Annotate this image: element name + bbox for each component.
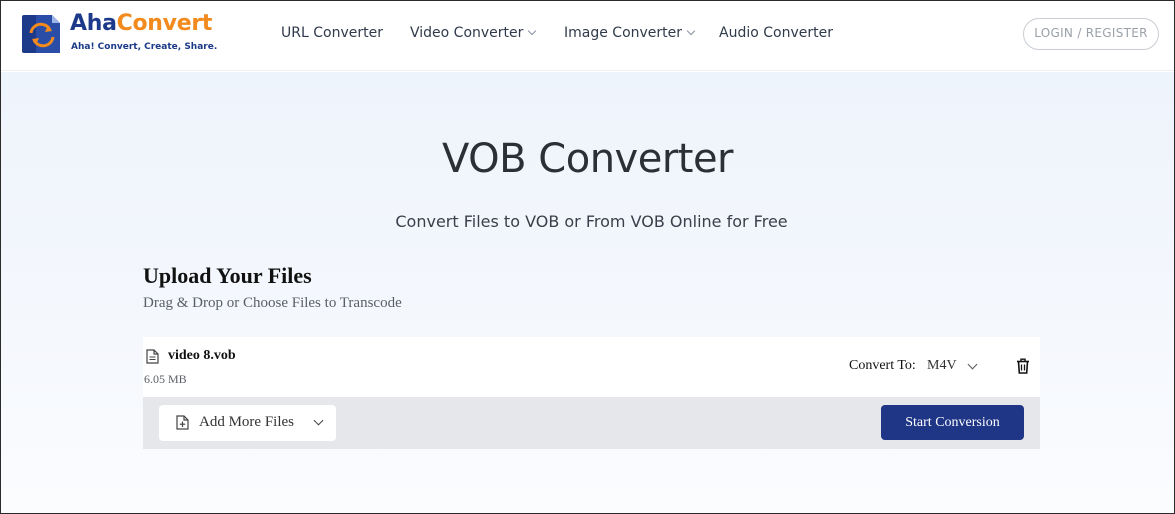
- nav-image-converter-label: Image Converter: [564, 25, 683, 41]
- page-title: VOB Converter: [441, 136, 734, 182]
- nav-video-converter-label: Video Converter: [410, 25, 524, 41]
- chevron-down-icon: [686, 26, 696, 36]
- nav-audio-converter[interactable]: Audio Converter: [719, 25, 833, 41]
- logo-name: AhaConvert: [70, 11, 212, 36]
- logo-name-convert: Convert: [116, 11, 213, 36]
- add-more-files-label: Add More Files: [199, 414, 294, 430]
- output-format-value: M4V: [927, 358, 957, 373]
- upload-action-bar: Add More Files Start Conversion: [143, 397, 1040, 449]
- logo-name-aha: Aha: [70, 11, 117, 36]
- login-register-button[interactable]: LOGIN / REGISTER: [1023, 18, 1159, 50]
- nav-url-converter[interactable]: URL Converter: [281, 25, 383, 41]
- nav-image-converter[interactable]: Image Converter: [564, 25, 696, 41]
- add-more-files-button[interactable]: Add More Files: [159, 405, 336, 441]
- site-header: AhaConvert Aha! Convert, Create, Share. …: [1, 1, 1174, 71]
- file-name: video 8.vob: [168, 348, 236, 363]
- trash-icon[interactable]: [1016, 358, 1030, 374]
- upload-title: Upload Your Files: [143, 263, 312, 288]
- upload-subtitle: Drag & Drop or Choose Files to Transcode: [143, 295, 402, 311]
- page-subtitle: Convert Files to VOB or From VOB Online …: [395, 212, 788, 231]
- site-logo[interactable]: AhaConvert Aha! Convert, Create, Share.: [22, 11, 232, 55]
- chevron-down-icon: [967, 359, 978, 370]
- file-row: video 8.vob 6.05 MB Convert To: M4V: [143, 337, 1040, 397]
- start-conversion-button[interactable]: Start Conversion: [881, 405, 1024, 440]
- file-icon: [146, 349, 159, 364]
- add-file-icon: [176, 415, 189, 430]
- chevron-down-icon: [528, 26, 537, 36]
- nav-audio-converter-label: Audio Converter: [719, 25, 833, 41]
- converter-section: VOB Converter Convert Files to VOB or Fr…: [1, 72, 1174, 513]
- convert-to-label: Convert To:: [849, 358, 916, 373]
- logo-tagline: Aha! Convert, Create, Share.: [71, 42, 218, 52]
- nav-url-converter-label: URL Converter: [281, 25, 383, 41]
- output-format-select[interactable]: M4V: [927, 358, 983, 376]
- logo-mark-icon: [22, 15, 60, 53]
- chevron-down-icon[interactable]: [313, 415, 324, 426]
- file-size: 6.05 MB: [144, 372, 187, 386]
- nav-video-converter[interactable]: Video Converter: [410, 25, 537, 41]
